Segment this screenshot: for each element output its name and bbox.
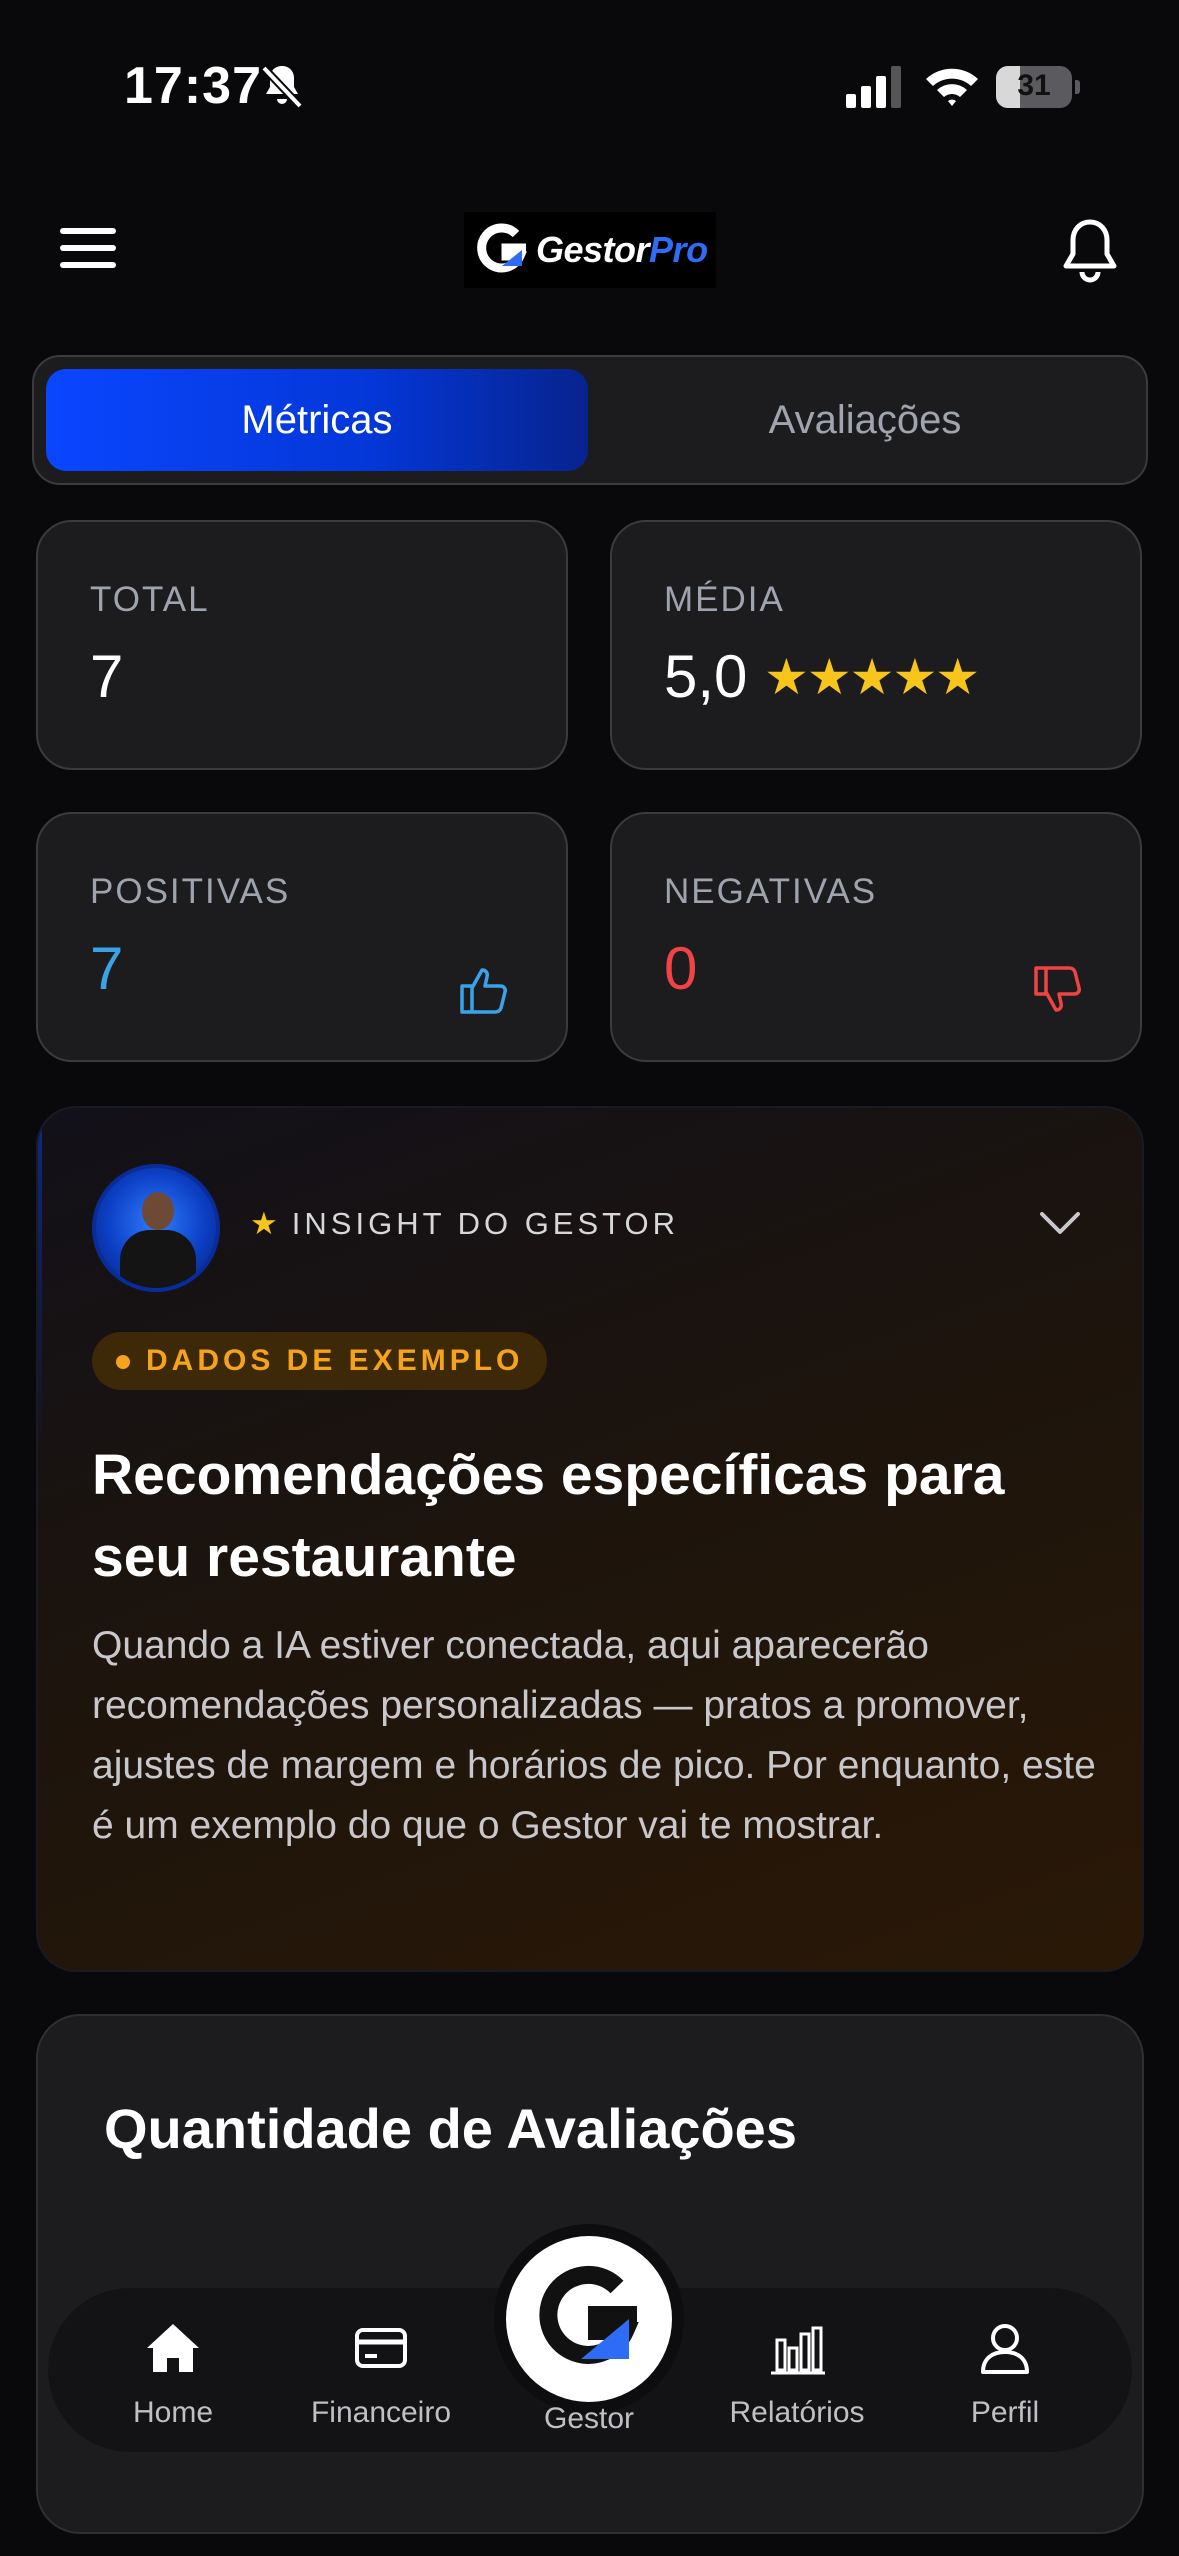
reviews-quantity-title: Quantidade de Avaliações <box>104 2097 797 2160</box>
silent-mode-icon <box>261 65 303 109</box>
wifi-icon <box>926 68 978 106</box>
metric-card-positivas: POSITIVAS 7 <box>36 812 568 1062</box>
tab-switcher: Métricas Avaliações <box>32 355 1148 485</box>
nav-label: Financeiro <box>310 2396 452 2429</box>
metric-label: TOTAL <box>90 580 210 619</box>
status-time: 17:37 <box>124 57 262 115</box>
insight-title: Recomendações específicas para seu resta… <box>92 1443 1005 1589</box>
nav-label-gestor: Gestor <box>543 2402 635 2435</box>
metric-label: MÉDIA <box>664 580 785 619</box>
metric-card-negativas: NEGATIVAS 0 <box>610 812 1142 1062</box>
home-icon <box>147 2324 199 2372</box>
logo-text-main: Gestor <box>536 229 650 270</box>
user-profile-icon <box>981 2324 1029 2374</box>
nav-label: Perfil <box>970 2396 1040 2429</box>
battery-indicator: 31 <box>996 66 1080 108</box>
metric-value: 5,0 <box>664 643 748 710</box>
nav-label: Home <box>132 2396 214 2429</box>
insight-tag-label: INSIGHT DO GESTOR <box>291 1206 680 1241</box>
menu-button[interactable] <box>60 228 120 272</box>
battery-percentage: 31 <box>1017 69 1051 102</box>
metric-value: 7 <box>90 643 124 710</box>
nav-relatorios[interactable]: Relatórios <box>712 2318 882 2430</box>
nav-financeiro[interactable]: Financeiro <box>296 2318 466 2430</box>
tab-metricas[interactable]: Métricas <box>46 369 588 471</box>
nav-home[interactable]: Home <box>88 2318 258 2430</box>
notifications-bell-icon[interactable] <box>1058 216 1122 284</box>
nav-label: Relatórios <box>729 2396 865 2429</box>
metric-value: 0 <box>664 935 698 1002</box>
gestor-avatar <box>92 1164 220 1292</box>
nav-gestor-button[interactable] <box>494 2224 684 2414</box>
nav-perfil[interactable]: Perfil <box>920 2318 1090 2430</box>
hamburger-icon <box>60 228 116 234</box>
tab-avaliacoes[interactable]: Avaliações <box>594 369 1136 471</box>
sample-data-badge: DADOS DE EXEMPLO <box>92 1332 548 1390</box>
insight-body: Quando a IA estiver conectada, aqui apar… <box>92 1624 1096 1847</box>
credit-card-icon <box>355 2328 407 2368</box>
rating-stars-icon: ★★★★★ <box>764 649 980 705</box>
gestor-logo-icon <box>539 2265 639 2364</box>
insight-tag: ★ INSIGHT DO GESTOR <box>250 1206 679 1242</box>
metric-card-total: TOTAL 7 <box>36 520 568 770</box>
cellular-signal-icon <box>846 66 901 108</box>
app-logo: GestorPro <box>464 212 716 288</box>
metric-label: NEGATIVAS <box>664 872 878 911</box>
thumbs-down-icon <box>1034 966 1081 1012</box>
insight-card: ★ INSIGHT DO GESTOR DADOS DE EXEMPLO Reco… <box>36 1106 1144 1972</box>
bar-chart-icon <box>771 2326 825 2375</box>
gestor-logo-icon <box>477 223 527 273</box>
thumbs-up-icon <box>460 968 507 1014</box>
metric-label: POSITIVAS <box>90 872 291 911</box>
chevron-down-icon[interactable] <box>1038 1208 1082 1238</box>
metric-card-media: MÉDIA 5,0 ★★★★★ <box>610 520 1142 770</box>
star-icon: ★ <box>250 1206 278 1241</box>
metric-value: 7 <box>90 935 124 1002</box>
logo-text-accent: Pro <box>649 229 708 270</box>
